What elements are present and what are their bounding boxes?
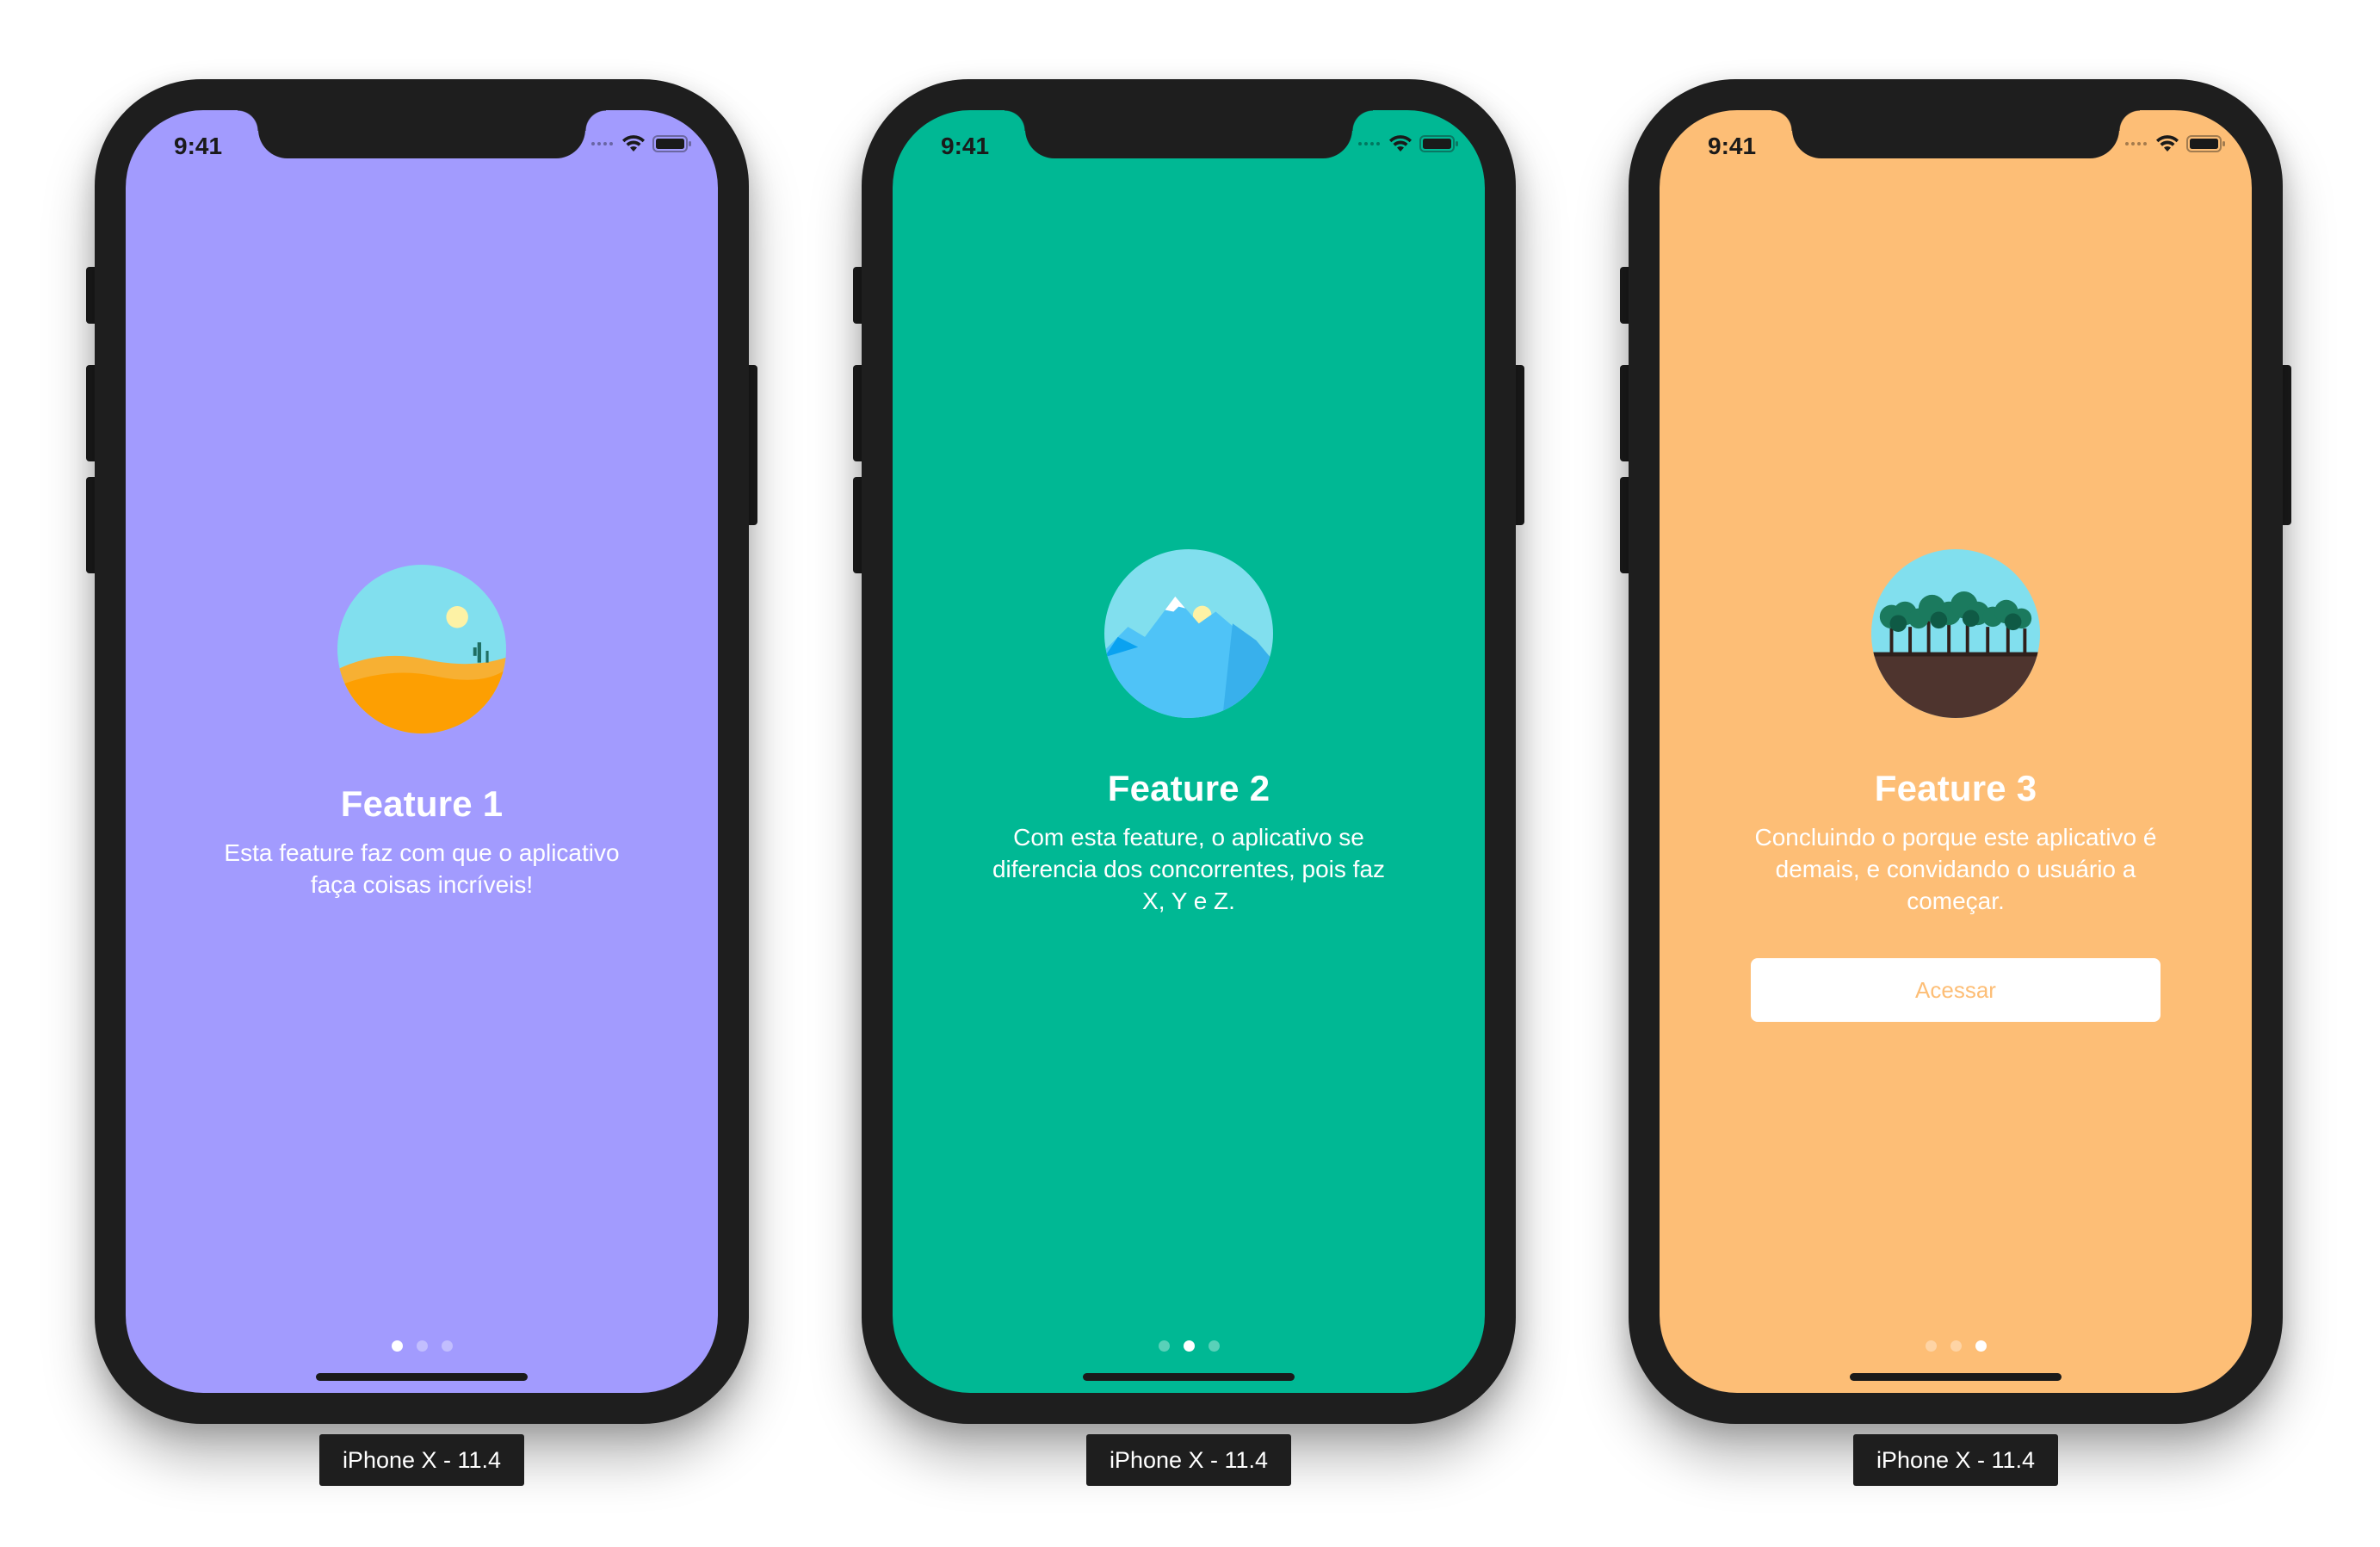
page-dot-1[interactable] xyxy=(391,1340,403,1352)
device-frame: 9:41 xyxy=(862,79,1516,1424)
signal-icon xyxy=(2125,142,2147,145)
status-icons xyxy=(1358,134,1459,153)
desert-landscape-icon xyxy=(337,565,506,733)
feature-description: Esta feature faz com que o aplicativo fa… xyxy=(224,839,620,898)
page-dot-3[interactable] xyxy=(1208,1340,1220,1352)
feature-description: Concluindo o porque este aplicativo é de… xyxy=(1754,824,2157,914)
status-time: 9:41 xyxy=(1708,133,1757,159)
page-dot-1[interactable] xyxy=(1158,1340,1170,1352)
signal-icon xyxy=(591,142,613,145)
wifi-icon xyxy=(1389,135,1412,152)
onboarding-content: Feature 3 Concluindo o porque este aplic… xyxy=(1660,549,2252,1022)
page-dot-1[interactable] xyxy=(1925,1340,1937,1352)
access-button[interactable]: Acessar xyxy=(1751,958,2161,1022)
mountain-landscape-icon xyxy=(1104,549,1273,718)
notch xyxy=(1005,110,1373,158)
page-dot-3[interactable] xyxy=(441,1340,453,1352)
notch xyxy=(238,110,606,158)
screen-feature-3[interactable]: 9:41 Feature 3 Concluindo o porque este … xyxy=(1660,110,2252,1393)
status-icons xyxy=(591,134,692,153)
page-control[interactable] xyxy=(126,1340,718,1352)
device-frame: 9:41 xyxy=(1629,79,2283,1424)
signal-icon xyxy=(1358,142,1380,145)
battery-icon xyxy=(2186,135,2225,152)
page-control[interactable] xyxy=(893,1340,1485,1352)
page-dot-2[interactable] xyxy=(1183,1340,1195,1352)
simulator-stage: 9:41 Feature 1 Esta feature faz com que … xyxy=(0,0,2380,1547)
device-frame: 9:41 xyxy=(95,79,749,1424)
feature-title: Feature 3 xyxy=(1874,768,2037,808)
iphone-device-2: 9:41 Feature 2 Com esta feature, o aplic… xyxy=(853,79,1524,1424)
device-label: iPhone X - 11.4 xyxy=(1086,1434,1291,1486)
wifi-icon xyxy=(2156,135,2179,152)
page-control[interactable] xyxy=(1660,1340,2252,1352)
status-time: 9:41 xyxy=(941,133,990,159)
wifi-icon xyxy=(622,135,645,152)
screen-feature-2[interactable]: 9:41 Feature 2 Com esta feature, o aplic… xyxy=(893,110,1485,1393)
onboarding-content: Feature 1 Esta feature faz com que o apl… xyxy=(126,565,718,900)
forest-landscape-icon xyxy=(1871,549,2040,718)
battery-icon xyxy=(1419,135,1458,152)
home-indicator[interactable] xyxy=(1083,1373,1295,1381)
iphone-device-1: 9:41 Feature 1 Esta feature faz com que … xyxy=(86,79,757,1424)
status-icons xyxy=(2125,134,2226,153)
feature-description: Com esta feature, o aplicativo se difere… xyxy=(992,824,1386,914)
screen-feature-1[interactable]: 9:41 Feature 1 Esta feature faz com que … xyxy=(126,110,718,1393)
feature-title: Feature 1 xyxy=(340,783,504,824)
page-dot-2[interactable] xyxy=(416,1340,428,1352)
status-time: 9:41 xyxy=(174,133,223,159)
page-dot-2[interactable] xyxy=(1950,1340,1962,1352)
home-indicator[interactable] xyxy=(316,1373,528,1381)
notch xyxy=(1771,110,2140,158)
page-dot-3[interactable] xyxy=(1975,1340,1987,1352)
feature-title: Feature 2 xyxy=(1107,768,1270,808)
battery-icon xyxy=(652,135,691,152)
home-indicator[interactable] xyxy=(1850,1373,2062,1381)
onboarding-content: Feature 2 Com esta feature, o aplicativo… xyxy=(893,549,1485,917)
device-label: iPhone X - 11.4 xyxy=(319,1434,524,1486)
device-label: iPhone X - 11.4 xyxy=(1853,1434,2058,1486)
iphone-device-3: 9:41 Feature 3 Concluindo o porque este … xyxy=(1620,79,2291,1424)
